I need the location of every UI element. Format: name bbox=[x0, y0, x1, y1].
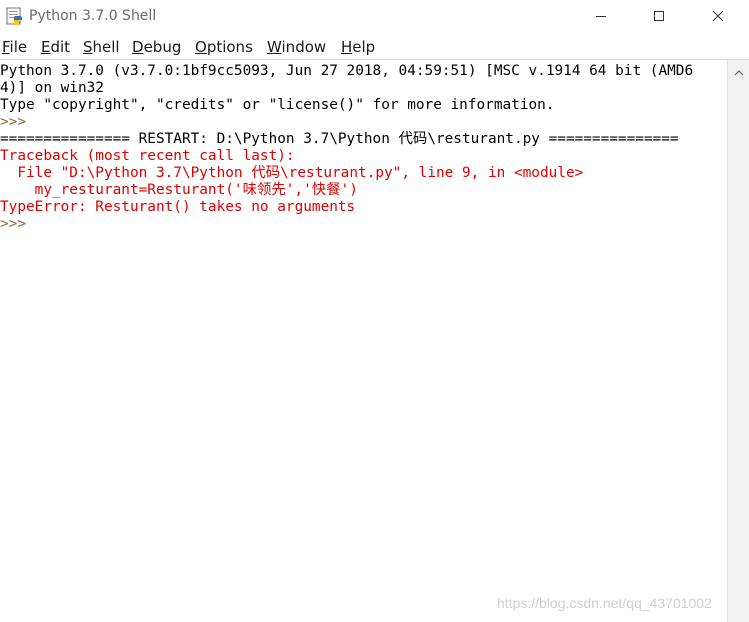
shell-line-traceback: Traceback (most recent call last): bbox=[0, 148, 295, 164]
maximize-button[interactable] bbox=[630, 0, 688, 32]
shell-line-file: File "D:\Python 3.7\Python 代码\resturant.… bbox=[0, 165, 584, 181]
shell-text-area[interactable]: Python 3.7.0 (v3.7.0:1bf9cc5093, Jun 27 … bbox=[0, 60, 727, 622]
chevron-up-icon bbox=[734, 61, 744, 80]
window-title: Python 3.7.0 Shell bbox=[29, 8, 157, 24]
menu-debug[interactable]: Debug bbox=[132, 38, 181, 56]
menu-window[interactable]: Window bbox=[267, 38, 326, 56]
close-icon bbox=[712, 10, 724, 22]
title-bar[interactable]: Python 3.7.0 Shell bbox=[0, 0, 749, 34]
menu-bar: File Edit Shell Debug Options Window Hel… bbox=[0, 36, 749, 58]
vertical-scrollbar[interactable] bbox=[727, 60, 749, 622]
menu-help[interactable]: Help bbox=[341, 38, 375, 56]
shell-line-platform: 4)] on win32 bbox=[0, 80, 104, 96]
python-idle-icon[interactable] bbox=[5, 7, 24, 26]
watermark-text: https://blog.csdn.net/qq_43701002 bbox=[497, 595, 712, 611]
minimize-icon bbox=[595, 10, 607, 22]
shell-line-error: TypeError: Resturant() takes no argument… bbox=[0, 199, 356, 215]
menu-file[interactable]: File bbox=[2, 38, 27, 56]
menu-options[interactable]: Options bbox=[195, 38, 253, 56]
scroll-thumb[interactable] bbox=[730, 82, 746, 622]
close-button[interactable] bbox=[689, 0, 747, 32]
shell-prompt-current[interactable]: >>> bbox=[0, 216, 26, 233]
scroll-up-button[interactable] bbox=[728, 60, 749, 80]
shell-line-banner: Python 3.7.0 (v3.7.0:1bf9cc5093, Jun 27 … bbox=[0, 63, 694, 79]
shell-prompt: >>> bbox=[0, 114, 26, 130]
shell-line-restart: =============== RESTART: D:\Python 3.7\P… bbox=[0, 131, 679, 147]
shell-line-info: Type "copyright", "credits" or "license(… bbox=[0, 97, 555, 113]
idle-shell-window: Python 3.7.0 Shell File Edit Shell Debug… bbox=[0, 0, 749, 622]
minimize-button[interactable] bbox=[572, 0, 630, 32]
menu-edit[interactable]: Edit bbox=[41, 38, 70, 56]
shell-line-code: my_resturant=Resturant('味领先','快餐') bbox=[0, 182, 358, 198]
menu-shell[interactable]: Shell bbox=[83, 38, 120, 56]
maximize-icon bbox=[653, 10, 665, 22]
